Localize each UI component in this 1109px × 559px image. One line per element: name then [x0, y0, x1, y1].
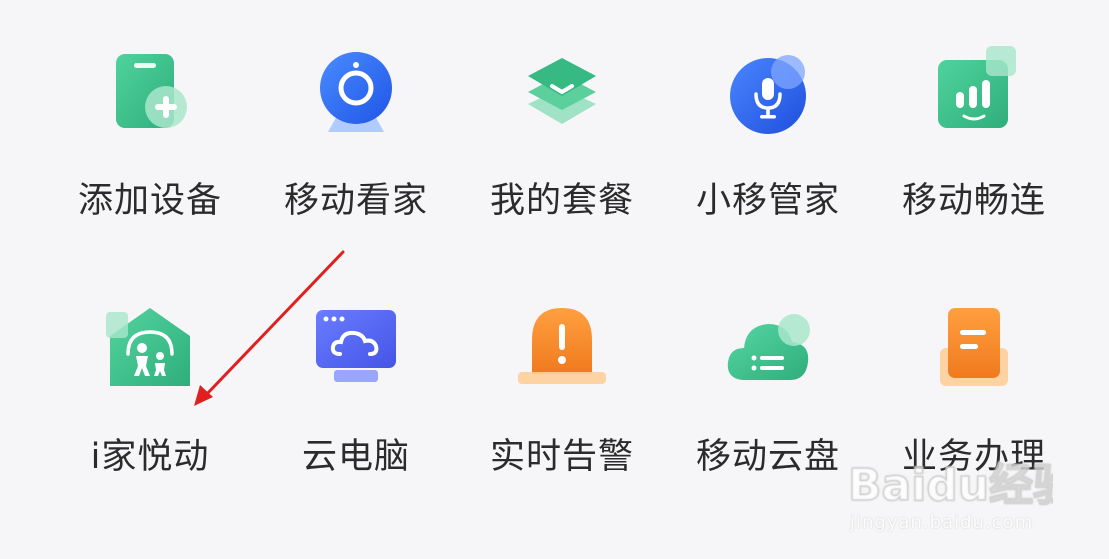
service-grid: 添加设备 移动看家 我的套餐 小移管家 移动畅连 i家悦动 云电脑 实时告警 移…	[0, 0, 1109, 559]
tile-label: 云电脑	[301, 437, 410, 477]
family-home-icon	[106, 308, 190, 388]
tile-realtime-alarm[interactable]: 实时告警	[459, 0, 665, 477]
alarm-icon	[518, 308, 606, 388]
tile-business[interactable]: 业务办理	[871, 0, 1077, 477]
cloud-drive-icon	[727, 308, 810, 388]
tile-label: 移动云盘	[695, 437, 840, 477]
tile-family-fitness[interactable]: i家悦动	[47, 0, 253, 477]
tile-cloud-drive[interactable]: 移动云盘	[665, 0, 871, 477]
document-icon	[934, 308, 1014, 388]
tile-label: i家悦动	[90, 437, 210, 477]
tile-cloud-pc[interactable]: 云电脑	[253, 0, 459, 477]
cloud-monitor-icon	[316, 308, 396, 388]
tile-label: 业务办理	[901, 437, 1046, 477]
tile-label: 实时告警	[489, 437, 634, 477]
